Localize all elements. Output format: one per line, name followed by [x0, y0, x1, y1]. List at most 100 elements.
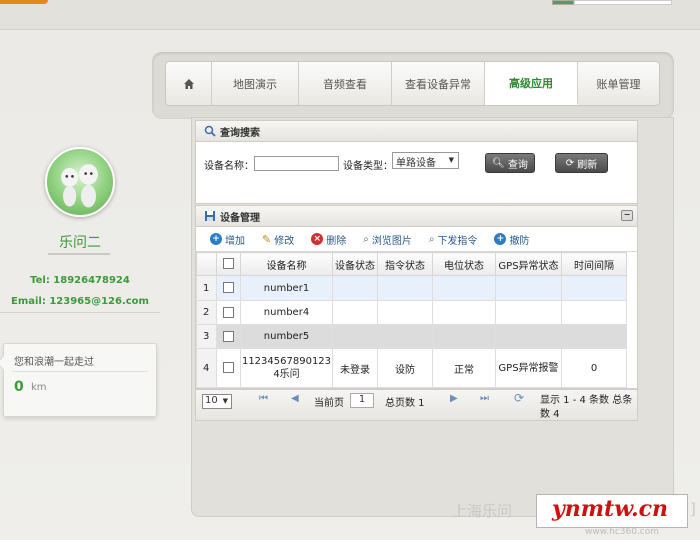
tab-device-exceptions[interactable]: 查看设备异常 [392, 62, 485, 105]
watermark-bracket: ] [690, 500, 696, 518]
col-power-status[interactable]: 电位状态 [432, 252, 496, 276]
search-panel-title: 查询搜索 [220, 127, 260, 139]
device-table: 设备名称 设备状态 指令状态 电位状态 GPS异常状态 时间间隔 1 numbe… [195, 251, 638, 389]
select-all-checkbox[interactable] [223, 258, 234, 270]
chevron-down-icon: ▼ [222, 397, 228, 405]
user-email: Email: 123965@126.com [11, 296, 149, 307]
device-toolbar: + 增加 ✎ 修改 × 删除 ⌕ 浏览图片 ⌕ 下发指令 + 撤防 [195, 227, 638, 251]
tab-billing[interactable]: 账单管理 [578, 62, 659, 105]
last-page-icon[interactable]: ⏭ [480, 393, 489, 404]
row-number: 1 [196, 275, 217, 301]
device-name-input[interactable] [254, 156, 339, 171]
current-page-label: 当前页 [314, 398, 344, 409]
col-command-status[interactable]: 指令状态 [377, 252, 433, 276]
table-row[interactable]: 3 number5 [196, 324, 627, 349]
search-panel-header: 查询搜索 [195, 120, 638, 142]
collapse-button[interactable]: − [621, 210, 633, 221]
chevron-down-icon: ▼ [448, 156, 454, 164]
cell-interval: 0 [561, 348, 627, 388]
top-bar [0, 0, 700, 30]
page-size-select[interactable]: 10 ▼ [202, 394, 232, 409]
cell-command-status [377, 275, 433, 301]
device-type-select[interactable]: 单路设备 ▼ [392, 152, 459, 169]
col-device-status[interactable]: 设备状态 [332, 252, 378, 276]
search-button[interactable]: 🔍︎ 查询 [485, 153, 535, 173]
refresh-button[interactable]: ⟳ 刷新 [555, 153, 608, 173]
distance-card: 您和浪潮一起走过 0 km [0, 343, 157, 417]
row-number: 4 [196, 348, 217, 388]
refresh-icon: ⟳ [565, 157, 575, 169]
disarm-icon: + [494, 233, 507, 245]
table-header-row: 设备名称 设备状态 指令状态 电位状态 GPS异常状态 时间间隔 [196, 252, 627, 276]
next-page-icon[interactable]: ▶ [450, 393, 458, 404]
device-type-value: 单路设备 [396, 158, 436, 169]
tab-advanced-apps[interactable]: 高级应用 [485, 62, 578, 105]
search-button-icon: 🔍︎ [492, 157, 505, 169]
delete-button-label: 删除 [326, 235, 347, 247]
tab-map-demo[interactable]: 地图演示 [212, 62, 299, 105]
save-disk-icon [205, 211, 215, 221]
cell-interval [561, 300, 627, 325]
col-gps-status[interactable]: GPS异常状态 [495, 252, 562, 276]
browse-images-icon: ⌕ [363, 233, 369, 245]
home-tab[interactable] [166, 62, 212, 105]
home-icon [183, 78, 194, 89]
cell-device-name: number4 [240, 300, 333, 325]
delete-button[interactable]: × 删除 [311, 232, 346, 247]
cell-device-name: 112345678901234乐问 [240, 348, 333, 388]
browse-images-label: 浏览图片 [371, 235, 412, 247]
select-all-checkbox-cell[interactable] [216, 252, 241, 276]
row-number: 3 [196, 324, 217, 349]
table-row[interactable]: 1 number1 [196, 275, 627, 301]
browse-images-button[interactable]: ⌕ 浏览图片 [363, 232, 412, 247]
disarm-button[interactable]: + 撤防 [494, 232, 529, 247]
header-thumbnail [552, 0, 574, 5]
user-tel: Tel: 18926478924 [30, 275, 130, 286]
send-command-button[interactable]: ⌕ 下发指令 [429, 232, 478, 247]
first-page-icon[interactable]: ⏮ [259, 393, 268, 404]
cell-command-status: 设防 [377, 348, 433, 388]
page-size-value: 10 [205, 395, 218, 406]
table-row[interactable]: 2 number4 [196, 300, 627, 325]
disarm-button-label: 撤防 [509, 235, 530, 247]
row-checkbox[interactable] [223, 282, 234, 294]
watermark-site: ynmtw.cn [552, 496, 668, 522]
cell-power-status [432, 275, 496, 301]
prev-page-icon[interactable]: ◀ [291, 393, 299, 404]
add-icon: + [210, 233, 222, 245]
distance-label: 您和浪潮一起走过 [14, 357, 94, 368]
cell-power-status: 正常 [432, 348, 496, 388]
cell-device-name: number5 [240, 324, 333, 349]
pagination-bar: 10 ▼ ⏮ ◀ 当前页 1 总页数 1 ▶ ⏭ ⟳ 显示 1 - 4 条数 总… [195, 389, 638, 421]
cell-device-name: number1 [240, 275, 333, 301]
distance-value: 0 [14, 379, 24, 395]
cell-gps-status [495, 324, 562, 349]
cell-power-status [432, 300, 496, 325]
reload-icon[interactable]: ⟳ [514, 391, 524, 405]
col-device-name[interactable]: 设备名称 [240, 252, 333, 276]
row-checkbox[interactable] [223, 306, 234, 318]
profile-divider [0, 312, 160, 313]
current-page-input[interactable]: 1 [350, 393, 374, 408]
cell-device-status [332, 275, 378, 301]
col-interval[interactable]: 时间间隔 [561, 252, 627, 276]
distance-unit: km [31, 382, 47, 393]
edit-icon: ✎ [262, 232, 272, 246]
watermark-text: 上海乐问 [452, 502, 513, 520]
logo [0, 0, 48, 4]
send-command-icon: ⌕ [428, 233, 435, 245]
cell-gps-status [495, 275, 562, 301]
row-checkbox[interactable] [223, 362, 234, 374]
watermark-small: www.hc360.com [585, 527, 660, 537]
cell-command-status [377, 300, 433, 325]
user-name: 乐问二 [59, 235, 101, 251]
tab-audio-view[interactable]: 音频查看 [299, 62, 392, 105]
row-checkbox[interactable] [223, 330, 234, 342]
add-button[interactable]: + 增加 [210, 232, 245, 247]
top-nav: 地图演示 音频查看 查看设备异常 高级应用 账单管理 [165, 61, 660, 106]
table-row[interactable]: 4 112345678901234乐问 未登录 设防 正常 GPS异常报警 0 [196, 348, 627, 388]
search-panel: 设备名称： 设备类型： 单路设备 ▼ 🔍︎ 查询 ⟳ 刷新 [195, 142, 638, 204]
edit-button[interactable]: ✎ 修改 [262, 232, 294, 247]
search-button-label: 查询 [507, 159, 528, 171]
cell-device-status [332, 324, 378, 349]
